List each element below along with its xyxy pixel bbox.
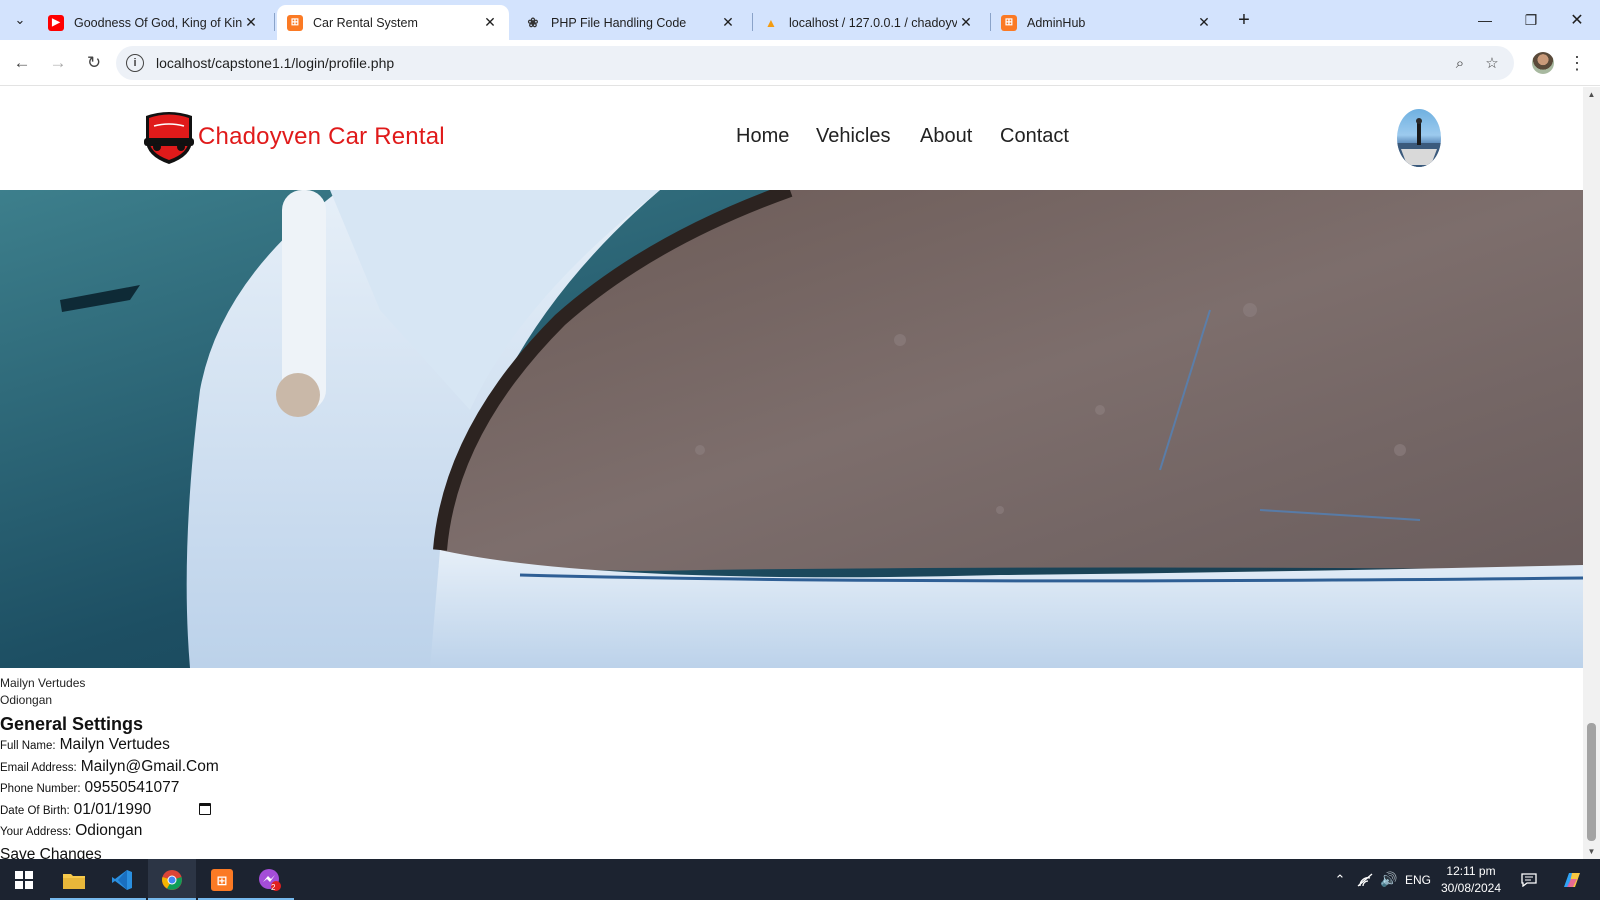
notifications-icon[interactable] <box>1514 859 1544 900</box>
close-icon[interactable]: ✕ <box>719 14 737 32</box>
phpmyadmin-icon: ▲ <box>765 15 777 30</box>
close-icon[interactable]: ✕ <box>481 14 499 32</box>
windows-taskbar: ⊞ 2 ⌃ 🔊 ENG 12:11 pm 30/08/2024 <box>0 859 1600 900</box>
phone-input[interactable]: 09550541077 <box>85 779 180 797</box>
copilot-icon[interactable] <box>1552 859 1592 900</box>
tab-title: localhost / 127.0.0.1 / chadoyve <box>789 15 957 30</box>
calendar-icon[interactable] <box>199 802 212 815</box>
openai-icon: ❀ <box>527 14 539 30</box>
site-header: Chadoyven Car Rental Home Vehicles About… <box>0 87 1583 190</box>
profile-name: Mailyn Vertudes <box>0 676 86 690</box>
dob-input[interactable]: 01/01/1990 <box>74 801 152 819</box>
user-avatar[interactable] <box>1397 109 1441 167</box>
close-icon[interactable]: ✕ <box>1195 14 1213 32</box>
close-icon[interactable]: ✕ <box>242 14 260 32</box>
full-name-label: Full Name: <box>0 740 56 752</box>
dob-row: Date Of Birth: 01/01/1990 <box>0 801 219 823</box>
zoom-icon[interactable]: ⌕ <box>1450 53 1470 73</box>
window-close-icon[interactable]: ✕ <box>1554 0 1600 40</box>
xampp-taskbar-icon[interactable]: ⊞ <box>198 859 246 900</box>
forward-arrow-icon[interactable]: → <box>44 49 72 77</box>
dob-label: Date Of Birth: <box>0 804 70 817</box>
address-label: Your Address: <box>0 826 72 838</box>
email-row: Email Address: Mailyn@Gmail.Com <box>0 758 219 780</box>
tab-title: Car Rental System <box>313 15 418 30</box>
minimize-icon[interactable]: — <box>1462 0 1508 40</box>
tab-adminhub[interactable]: ⊞ AdminHub ✕ <box>991 5 1223 40</box>
back-arrow-icon[interactable]: ← <box>8 49 36 77</box>
file-explorer-icon[interactable] <box>50 859 98 900</box>
profile-address: Odiongan <box>0 693 53 707</box>
close-icon[interactable]: ✕ <box>957 14 975 32</box>
network-icon[interactable] <box>1354 859 1376 900</box>
bookmark-star-icon[interactable]: ☆ <box>1482 53 1502 73</box>
messenger-icon[interactable] <box>246 859 294 900</box>
email-input[interactable]: Mailyn@Gmail.Com <box>81 758 219 776</box>
vscode-icon[interactable] <box>98 859 146 900</box>
nav-about[interactable]: About <box>920 125 972 148</box>
site-info-icon[interactable]: i <box>126 54 144 72</box>
xampp-icon: ⊞ <box>1001 14 1017 31</box>
profile-section: Mailyn Vertudes Odiongan General Setting… <box>0 675 219 859</box>
svg-text:⊞: ⊞ <box>217 874 228 889</box>
save-changes-button[interactable]: Save Changes <box>0 844 219 860</box>
profile-banner-image <box>0 190 1583 668</box>
reload-icon[interactable]: ↻ <box>80 49 108 77</box>
tab-phpmyadmin[interactable]: ▲ localhost / 127.0.0.1 / chadoyve ✕ <box>753 5 985 40</box>
nav-contact[interactable]: Contact <box>1000 125 1069 148</box>
scroll-up-arrow-icon[interactable]: ▲ <box>1587 90 1596 99</box>
browser-tab-strip: ⌄ ▶ Goodness Of God, King of King ✕ ⊞ Ca… <box>0 0 1600 40</box>
full-name-row: Full Name: Mailyn Vertudes <box>0 736 219 758</box>
tab-youtube[interactable]: ▶ Goodness Of God, King of King ✕ <box>38 5 270 40</box>
tab-search-chevron-icon[interactable]: ⌄ <box>8 8 32 32</box>
tab-title: AdminHub <box>1027 15 1086 30</box>
scroll-thumb[interactable] <box>1587 723 1596 841</box>
new-tab-plus-icon[interactable]: + <box>1232 8 1256 32</box>
logo-shield-icon[interactable] <box>140 110 198 166</box>
full-name-input[interactable]: Mailyn Vertudes <box>60 736 170 754</box>
phone-label: Phone Number: <box>0 783 81 795</box>
tab-title: PHP File Handling Code <box>551 15 687 30</box>
url-text[interactable]: localhost/capstone1.1/login/profile.php <box>156 55 394 71</box>
nav-home[interactable]: Home <box>736 125 789 148</box>
tab-title: Goodness Of God, King of King <box>74 15 242 30</box>
nav-vehicles[interactable]: Vehicles <box>816 125 891 148</box>
page-viewport: Chadoyven Car Rental Home Vehicles About… <box>0 87 1583 859</box>
chrome-icon[interactable] <box>148 859 196 900</box>
chat-notification-badge: 2 <box>271 883 276 892</box>
general-settings-heading: General Settings <box>0 714 144 734</box>
restore-icon[interactable]: ❐ <box>1508 0 1554 40</box>
clock-date: 30/08/2024 <box>1440 881 1502 895</box>
youtube-icon: ▶ <box>48 14 64 31</box>
address-bar[interactable]: i localhost/capstone1.1/login/profile.ph… <box>116 46 1514 80</box>
tab-car-rental[interactable]: ⊞ Car Rental System ✕ <box>277 5 509 40</box>
start-windows-icon[interactable] <box>0 859 48 900</box>
clock-time: 12:11 pm <box>1446 864 1496 878</box>
address-input[interactable]: Odiongan <box>75 822 142 840</box>
tab-php-file[interactable]: ❀ PHP File Handling Code ✕ <box>515 5 747 40</box>
browser-toolbar: ← → ↻ i localhost/capstone1.1/login/prof… <box>0 40 1600 86</box>
scroll-down-arrow-icon[interactable]: ▼ <box>1587 847 1596 856</box>
browser-menu-icon[interactable]: ⋮ <box>1566 52 1588 74</box>
system-clock[interactable]: 12:11 pm 30/08/2024 <box>1434 863 1508 897</box>
volume-icon[interactable]: 🔊 <box>1378 859 1400 900</box>
brand-name[interactable]: Chadoyven Car Rental <box>198 123 445 151</box>
language-indicator[interactable]: ENG <box>1402 859 1434 900</box>
page-scrollbar[interactable]: ▲ ▼ <box>1583 87 1600 859</box>
browser-profile-avatar[interactable] <box>1532 52 1554 74</box>
tray-overflow-chevron-icon[interactable]: ⌃ <box>1330 859 1350 900</box>
tab-divider <box>274 13 275 31</box>
xampp-icon: ⊞ <box>287 14 303 31</box>
email-label: Email Address: <box>0 761 77 774</box>
address-row: Your Address: Odiongan <box>0 822 219 844</box>
phone-row: Phone Number: 09550541077 <box>0 779 219 801</box>
